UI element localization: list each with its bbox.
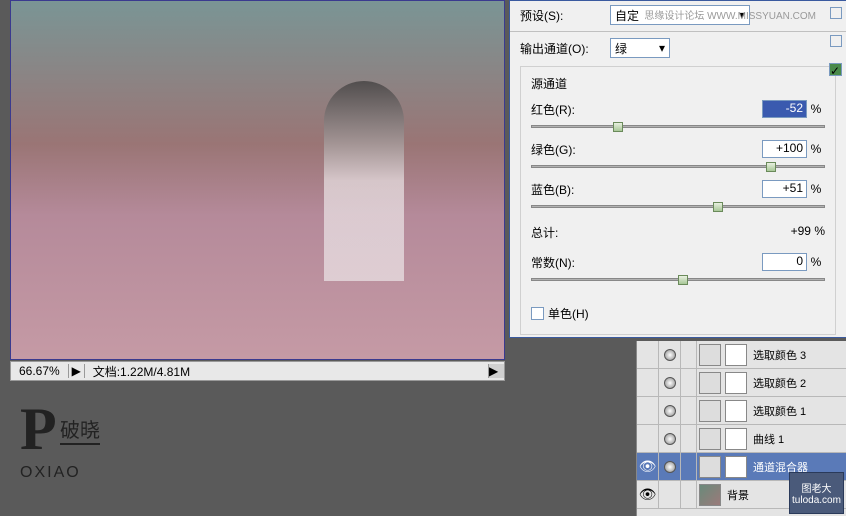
monochrome-checkbox[interactable] — [531, 307, 544, 320]
visibility-toggle[interactable] — [637, 341, 659, 368]
layer-blend-icon[interactable] — [659, 397, 681, 424]
layer-link[interactable] — [681, 369, 697, 396]
layer-blend-icon[interactable] — [659, 425, 681, 452]
red-input[interactable]: -52 — [762, 100, 807, 118]
logo-letter: P — [20, 395, 57, 464]
visibility-toggle[interactable] — [637, 397, 659, 424]
visibility-toggle[interactable]: 👁 — [637, 453, 659, 480]
percent-label: % — [807, 142, 825, 156]
layer-adjust-thumb[interactable] — [699, 400, 721, 422]
output-channel-select[interactable]: 绿▾ — [610, 38, 670, 58]
layer-thumb[interactable] — [699, 484, 721, 506]
percent-label: % — [807, 182, 825, 196]
constant-input[interactable]: 0 — [762, 253, 807, 271]
watermark-text: 思缘设计论坛 WWW.MISSYUAN.COM — [644, 7, 816, 22]
canvas-area[interactable] — [10, 0, 505, 360]
layer-mask-thumb[interactable] — [725, 456, 747, 478]
preset-label: 预设(S): — [520, 7, 610, 24]
layer-row[interactable]: 曲线 1 — [637, 425, 846, 453]
channel-mixer-panel: 思缘设计论坛 WWW.MISSYUAN.COM ✓ 预设(S): 自定▾ 输出通… — [509, 0, 846, 338]
layer-mask-thumb[interactable] — [725, 400, 747, 422]
logo: P 破晓 OXIAO — [20, 395, 100, 482]
green-input[interactable]: +100 — [762, 140, 807, 158]
source-label: 源通道 — [531, 75, 825, 92]
layer-link[interactable] — [681, 453, 697, 480]
layer-name[interactable]: 曲线 1 — [749, 431, 784, 447]
visibility-toggle[interactable] — [637, 369, 659, 396]
zoom-level[interactable]: 66.67% — [11, 364, 69, 378]
layer-adjust-thumb[interactable] — [699, 428, 721, 450]
layer-blend-icon[interactable] — [659, 453, 681, 480]
scroll-left[interactable]: ▶ — [488, 364, 504, 378]
red-slider[interactable] — [531, 120, 825, 134]
percent-label: % — [807, 102, 825, 116]
red-label: 红色(R): — [531, 101, 762, 118]
layer-name[interactable]: 背景 — [723, 487, 749, 503]
layer-mask-thumb[interactable] — [725, 428, 747, 450]
document-info: 文档:1.22M/4.81M — [85, 363, 488, 380]
layer-adjust-thumb[interactable] — [699, 456, 721, 478]
output-channel-label: 输出通道(O): — [520, 40, 610, 57]
chevron-down-icon: ▾ — [659, 41, 665, 55]
layer-link[interactable] — [681, 481, 697, 508]
green-slider[interactable] — [531, 160, 825, 174]
watermark-badge: 图老大 tuloda.com — [789, 472, 844, 514]
total-value: +99 — [791, 224, 811, 238]
panel-aux-button[interactable] — [830, 35, 842, 47]
blue-label: 蓝色(B): — [531, 181, 762, 198]
logo-chinese: 破晓 — [60, 414, 100, 445]
blue-slider[interactable] — [531, 200, 825, 214]
layer-blend-icon[interactable] — [659, 341, 681, 368]
logo-english: OXIAO — [20, 464, 81, 481]
total-label: 总计: — [531, 224, 558, 241]
layer-link[interactable] — [681, 425, 697, 452]
blue-input[interactable]: +51 — [762, 180, 807, 198]
layer-row[interactable]: 选取颜色 1 — [637, 397, 846, 425]
green-label: 绿色(G): — [531, 141, 762, 158]
layer-row[interactable]: 选取颜色 3 — [637, 341, 846, 369]
monochrome-label: 单色(H) — [548, 305, 589, 322]
layer-link[interactable] — [681, 397, 697, 424]
layer-mask-thumb[interactable] — [725, 372, 747, 394]
visibility-toggle[interactable]: 👁 — [637, 481, 659, 508]
canvas-photo — [11, 1, 504, 359]
percent-label: % — [807, 255, 825, 269]
constant-label: 常数(N): — [531, 254, 762, 271]
layer-name[interactable]: 选取颜色 2 — [749, 375, 806, 391]
layer-mask-thumb[interactable] — [725, 344, 747, 366]
source-channels-group: 源通道 红色(R): -52 % 绿色(G): +100 % 蓝色(B): +5… — [520, 66, 836, 335]
visibility-toggle[interactable] — [637, 425, 659, 452]
layer-row[interactable]: 选取颜色 2 — [637, 369, 846, 397]
layer-name[interactable]: 选取颜色 1 — [749, 403, 806, 419]
play-icon[interactable]: ▶ — [69, 364, 85, 378]
layer-adjust-thumb[interactable] — [699, 344, 721, 366]
panel-menu-button[interactable] — [830, 7, 842, 19]
preview-checkbox[interactable]: ✓ — [829, 63, 842, 76]
layer-blend-icon[interactable] — [659, 369, 681, 396]
layers-panel: 选取颜色 3 选取颜色 2 选取颜色 1 曲线 1 👁 通道混合器 👁 — [636, 341, 846, 516]
status-bar: 66.67% ▶ 文档:1.22M/4.81M ▶ — [10, 361, 505, 381]
layer-blend-icon[interactable] — [659, 481, 681, 508]
layer-adjust-thumb[interactable] — [699, 372, 721, 394]
layer-link[interactable] — [681, 341, 697, 368]
constant-slider[interactable] — [531, 273, 825, 287]
layer-name[interactable]: 选取颜色 3 — [749, 347, 806, 363]
